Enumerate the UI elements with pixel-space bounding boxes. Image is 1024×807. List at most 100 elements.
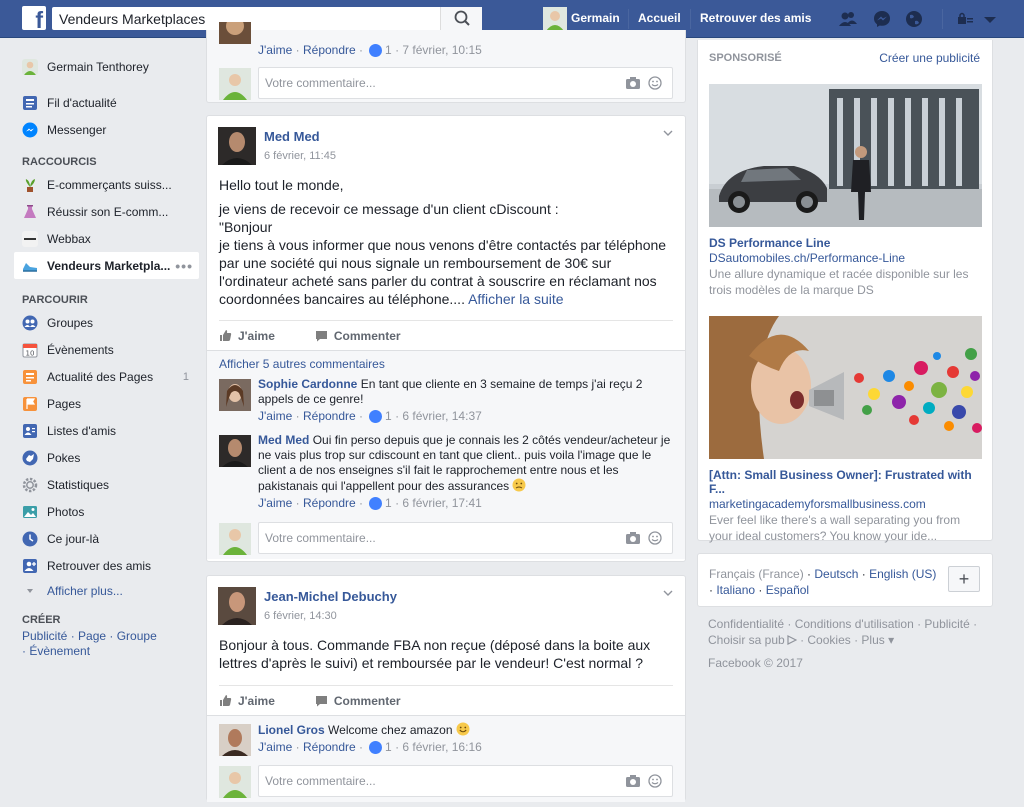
ad-image-car[interactable] (709, 84, 982, 227)
commenter-avatar[interactable] (219, 435, 251, 467)
ad-choices-link[interactable]: Choisir sa pub (708, 633, 785, 647)
comment-like-link[interactable]: J'aime (258, 739, 292, 755)
language-link[interactable]: Italiano (716, 583, 755, 597)
comment-reply-link[interactable]: Répondre (303, 408, 356, 424)
post-body: Hello tout le monde, je viens de recevoi… (207, 176, 685, 308)
sidebar-item-messenger[interactable]: Messenger (14, 116, 199, 143)
post-time[interactable]: 6 février, 14:30 (264, 610, 337, 622)
see-more-label: Afficher plus... (47, 584, 123, 598)
sidebar-item-find-friends[interactable]: Retrouver des amis (14, 552, 199, 579)
sidebar-item-clock[interactable]: Ce jour-là (14, 525, 199, 552)
post-options-chevron-icon[interactable] (663, 588, 673, 598)
language-link[interactable]: Español (766, 583, 809, 597)
commenter-avatar[interactable] (219, 724, 251, 756)
post-time[interactable]: 6 février, 11:45 (264, 150, 336, 162)
nav-find-friends-link[interactable]: Retrouver des amis (700, 11, 811, 25)
friend-requests-icon[interactable] (838, 9, 858, 29)
ad-description: Une allure dynamique et racée disponible… (709, 267, 969, 297)
comment-like-link[interactable]: J'aime (258, 408, 292, 424)
post-author[interactable]: Jean-Michel Debuchy (264, 589, 397, 604)
add-language-button[interactable]: + (948, 566, 980, 592)
comment-button[interactable]: Commenter (315, 329, 401, 343)
camera-icon[interactable] (626, 532, 640, 544)
shortcut-item-vendeurs-marketplaces[interactable]: Vendeurs Marketpla... ••• (14, 252, 199, 279)
emoji-icon[interactable] (648, 76, 662, 90)
comment-input[interactable]: Votre commentaire... (258, 765, 673, 797)
create-heading: CRÉER (22, 614, 61, 626)
comment-like-link[interactable]: J'aime (258, 42, 292, 58)
sidebar-item-poke[interactable]: Pokes (14, 444, 199, 471)
post-author[interactable]: Med Med (264, 129, 320, 144)
post-options-chevron-icon[interactable] (663, 128, 673, 138)
comment-time[interactable]: 6 février, 14:37 (402, 408, 481, 424)
comment-time[interactable]: 6 février, 16:16 (402, 739, 481, 755)
sidebar-item-groups[interactable]: Groupes (14, 309, 199, 336)
like-badge-icon (369, 409, 383, 423)
chevron-down-icon[interactable] (980, 9, 1000, 29)
shortcut-item-reussir[interactable]: Réussir son E-comm... (14, 198, 199, 225)
commenter-name[interactable]: Lionel Gros (258, 723, 325, 737)
author-avatar[interactable] (218, 127, 256, 165)
like-button[interactable]: J'aime (219, 329, 275, 343)
comment-reply-link[interactable]: Répondre (303, 739, 356, 755)
see-more-link[interactable]: Afficher plus... (14, 579, 199, 603)
ad-item[interactable]: DS Performance Line DSautomobiles.ch/Per… (709, 84, 982, 298)
notifications-globe-icon[interactable] (904, 9, 924, 29)
search-button[interactable] (440, 7, 482, 30)
comment-reply-link[interactable]: Répondre (303, 495, 356, 511)
ad-image-megaphone[interactable] (709, 316, 982, 459)
ad-item[interactable]: [Attn: Small Business Owner]: Frustrated… (709, 316, 982, 544)
footer-line[interactable]: Confidentialité · Conditions d'utilisati… (708, 616, 993, 632)
comment-like-link[interactable]: J'aime (258, 495, 292, 511)
shortcut-item-ecommercants[interactable]: E-commerçants suiss... (14, 171, 199, 198)
emoji-icon[interactable] (648, 774, 662, 788)
see-more-link[interactable]: Afficher la suite (468, 291, 563, 307)
commenter-name[interactable]: Med Med (258, 433, 309, 447)
sidebar-profile-link[interactable]: Germain Tenthorey (14, 53, 199, 80)
comment-input[interactable]: Votre commentaire... (258, 522, 673, 554)
sidebar-item-pages-feed[interactable]: Actualité des Pages 1 (14, 363, 199, 390)
comment-time[interactable]: 7 février, 10:15 (402, 42, 481, 58)
sidebar-item-flag[interactable]: Pages (14, 390, 199, 417)
comment-time[interactable]: 6 février, 17:41 (402, 495, 481, 511)
language-list: Français (France) · Deutsch · English (U… (709, 567, 937, 597)
sidebar-item-gear[interactable]: Statistiques (14, 471, 199, 498)
nav-profile-link[interactable]: Germain (571, 11, 620, 25)
sidebar-item-calendar[interactable]: 10 Évènements (14, 336, 199, 363)
ad-url[interactable]: DSautomobiles.ch/Performance-Line (709, 251, 982, 265)
shortcut-item-webbax[interactable]: Webbax (14, 225, 199, 252)
camera-icon[interactable] (626, 775, 640, 787)
ad-title[interactable]: DS Performance Line (709, 236, 982, 250)
comment-reply-link[interactable]: Répondre (303, 42, 356, 58)
messenger-icon[interactable] (872, 9, 892, 29)
comment-meta: J'aime · Répondre · 1 · 6 février, 14:37 (258, 408, 482, 424)
sidebar-item-photos[interactable]: Photos (14, 498, 199, 525)
post-line: coordonnées bancaires au téléphone.... (219, 291, 465, 307)
sidebar-item-friend-lists[interactable]: Listes d'amis (14, 417, 199, 444)
view-more-comments-link[interactable]: Afficher 5 autres commentaires (219, 351, 673, 377)
more-options-icon[interactable]: ••• (175, 258, 193, 274)
create-links[interactable]: Publicité · Page · Groupe · Évènement (14, 629, 164, 659)
sidebar-item-news-feed[interactable]: Fil d'actualité (14, 89, 199, 116)
nav-avatar[interactable] (543, 7, 567, 31)
author-avatar[interactable] (218, 587, 256, 625)
language-link[interactable]: Deutsch (814, 567, 858, 581)
ad-choices-icon (787, 635, 798, 645)
ad-title[interactable]: [Attn: Small Business Owner]: Frustrated… (709, 468, 982, 496)
nav-home-link[interactable]: Accueil (638, 11, 681, 25)
previous-post-comments: J'aime · Répondre · 1 · 7 février, 10:15… (206, 22, 686, 103)
sidebar-item-label: Messenger (47, 122, 107, 137)
camera-icon[interactable] (626, 77, 640, 89)
create-ad-link[interactable]: Créer une publicité (879, 51, 980, 65)
commenter-avatar[interactable] (219, 379, 251, 411)
comment-input[interactable]: Votre commentaire... (258, 67, 673, 99)
footer-line[interactable]: · Cookies · Plus ▾ (800, 633, 894, 647)
emoji-icon[interactable] (648, 531, 662, 545)
language-link[interactable]: English (US) (869, 567, 936, 581)
facebook-logo[interactable]: f (22, 6, 46, 32)
like-button[interactable]: J'aime (219, 694, 275, 708)
privacy-shortcuts-icon[interactable] (955, 9, 975, 29)
commenter-name[interactable]: Sophie Cardonne (258, 377, 357, 391)
ad-url[interactable]: marketingacademyforsmallbusiness.com (709, 497, 982, 511)
comment-button[interactable]: Commenter (315, 694, 401, 708)
